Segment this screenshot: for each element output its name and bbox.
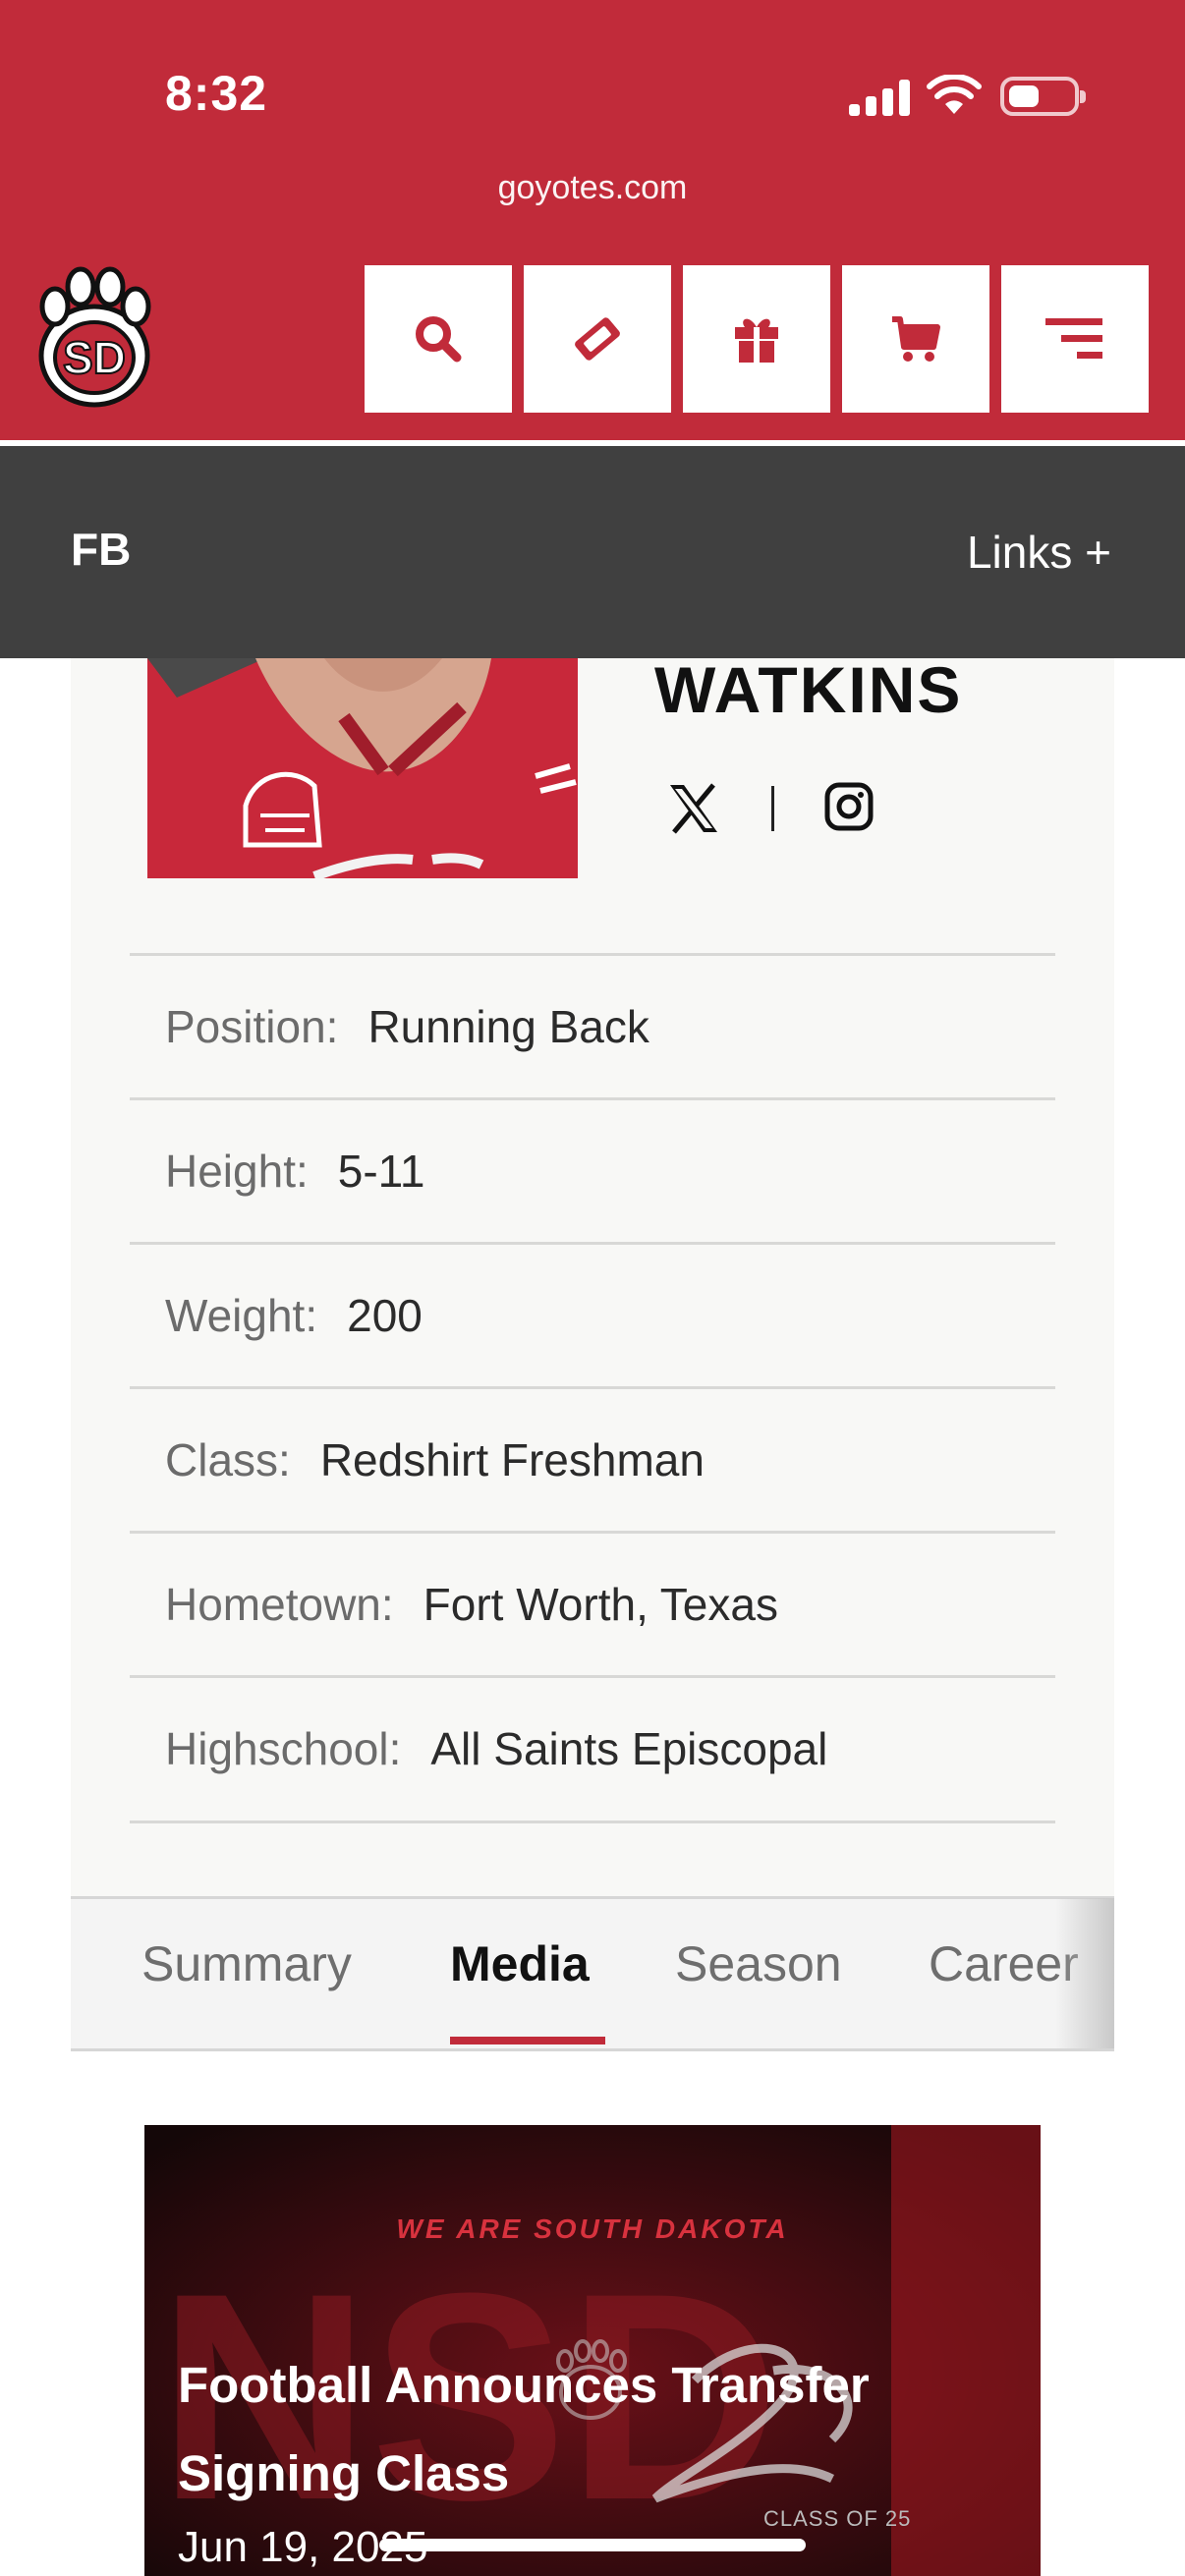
detail-divider: [130, 1820, 1055, 1823]
detail-value: All Saints Episcopal: [430, 1723, 828, 1774]
detail-row-highschool: Highschool: All Saints Episcopal: [130, 1675, 1055, 1820]
sport-label[interactable]: FB: [71, 523, 131, 576]
detail-value: 200: [347, 1290, 423, 1341]
search-icon: [416, 316, 462, 363]
ticket-icon: [575, 317, 620, 361]
tickets-button[interactable]: [524, 265, 671, 413]
svg-text:SD: SD: [63, 332, 126, 383]
url-bar[interactable]: goyotes.com: [0, 169, 1185, 207]
detail-label: Class:: [165, 1434, 291, 1485]
cart-icon: [892, 316, 940, 362]
search-button[interactable]: [365, 265, 512, 413]
detail-label: Highschool:: [165, 1723, 402, 1774]
detail-label: Hometown:: [165, 1579, 394, 1630]
cellular-signal-icon: [849, 79, 910, 116]
detail-row-weight: Weight: 200: [130, 1242, 1055, 1386]
media-card[interactable]: NSD WE ARE SOUTH DAKOTA CLASS OF 25 Foot…: [144, 2125, 1041, 2576]
detail-label: Position:: [165, 1001, 339, 1052]
tabs-scroll-fade: [1055, 1898, 1114, 2048]
detail-row-class: Class: Redshirt Freshman: [130, 1386, 1055, 1531]
detail-label: Height:: [165, 1146, 309, 1197]
detail-value: Redshirt Freshman: [319, 1434, 705, 1485]
detail-row-position: Position: Running Back: [130, 953, 1055, 1097]
menu-icon: [1045, 318, 1102, 359]
player-photo-image: [147, 658, 578, 878]
detail-row-hometown: Hometown: Fort Worth, Texas: [130, 1531, 1055, 1675]
tab-media[interactable]: Media: [450, 1935, 590, 1992]
links-button[interactable]: Links +: [967, 526, 1111, 579]
gift-icon: [735, 318, 778, 363]
wifi-icon: [927, 75, 982, 114]
home-indicator: [379, 2539, 806, 2551]
active-tab-indicator: [450, 2037, 605, 2044]
player-photo: [147, 658, 578, 878]
battery-icon: [1000, 77, 1086, 116]
menu-button[interactable]: [1001, 265, 1149, 413]
tab-season[interactable]: Season: [675, 1935, 842, 1992]
detail-value: Running Back: [367, 1001, 649, 1052]
player-name: WATKINS: [654, 653, 963, 726]
social-divider: [771, 786, 774, 831]
tab-summary[interactable]: Summary: [141, 1935, 352, 1992]
status-time: 8:32: [165, 66, 268, 121]
detail-value: 5-11: [337, 1146, 425, 1197]
x-twitter-icon[interactable]: [666, 781, 721, 836]
media-title[interactable]: Football Announces Transfer Signing Clas…: [178, 2341, 1003, 2518]
sd-logo-icon[interactable]: SD: [33, 265, 156, 413]
instagram-icon[interactable]: [823, 781, 875, 832]
detail-label: Weight:: [165, 1290, 318, 1341]
give-button[interactable]: [683, 265, 830, 413]
shop-button[interactable]: [842, 265, 989, 413]
detail-row-height: Height: 5-11: [130, 1097, 1055, 1242]
media-kicker: WE ARE SOUTH DAKOTA: [396, 2213, 789, 2244]
detail-value: Fort Worth, Texas: [423, 1579, 778, 1630]
